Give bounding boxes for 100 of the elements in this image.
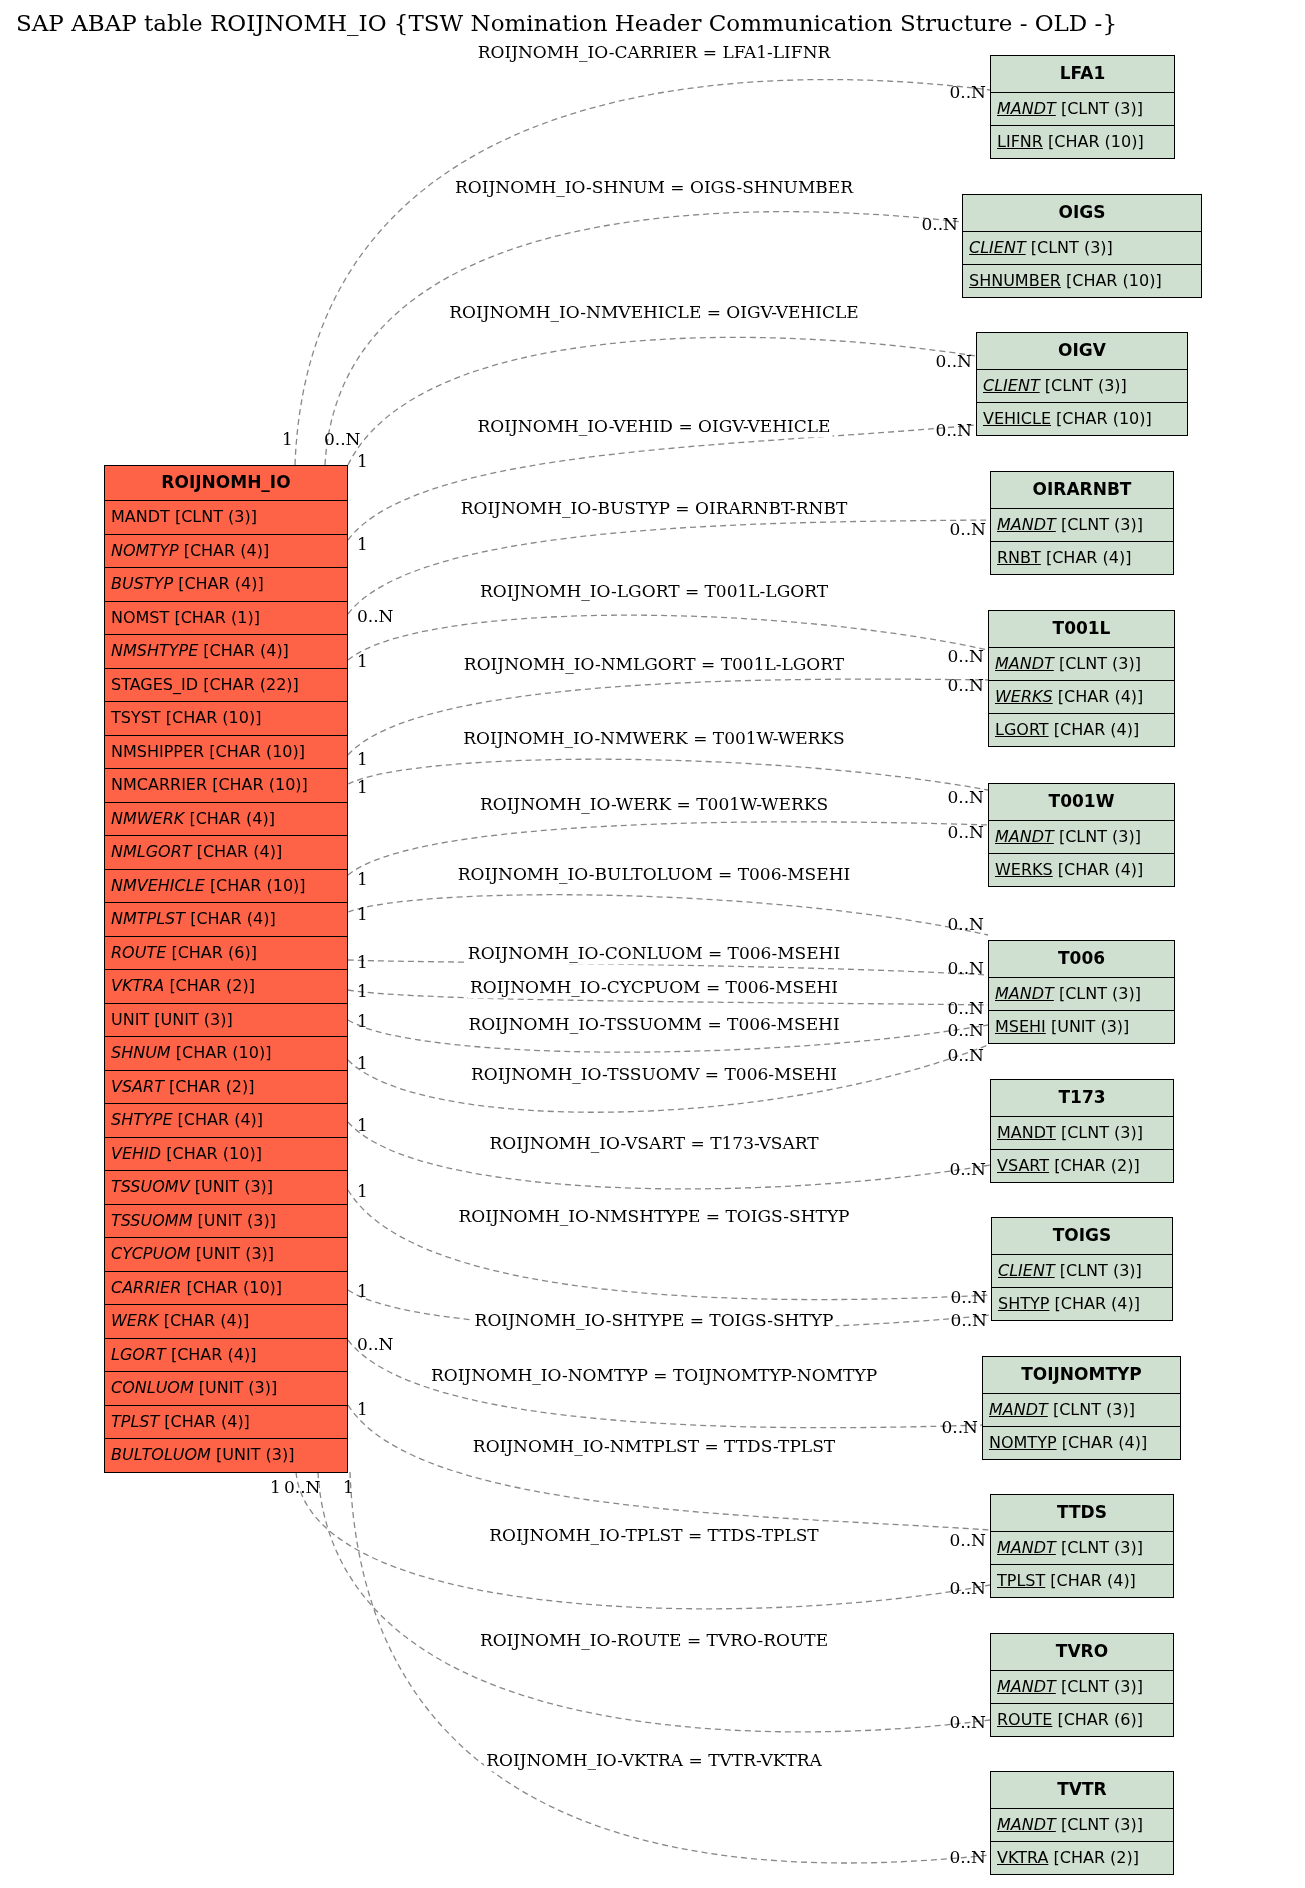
- cardinality-label: 1: [357, 904, 368, 926]
- table-field: CLIENT [CLNT (3)]: [992, 1254, 1172, 1287]
- cardinality-label: 0..N: [949, 1159, 986, 1181]
- cardinality-label: 0..N: [324, 429, 361, 451]
- table-field: CLIENT [CLNT (3)]: [977, 369, 1187, 402]
- table-field: VSART [CHAR (2)]: [105, 1069, 347, 1103]
- table-field: TSSUOMV [UNIT (3)]: [105, 1170, 347, 1204]
- table-name: TVRO: [1054, 1640, 1110, 1664]
- table-field: NOMTYP [CHAR (4)]: [983, 1426, 1180, 1459]
- table-field: VKTRA [CHAR (2)]: [105, 969, 347, 1003]
- cardinality-label: 0..N: [935, 420, 972, 442]
- table-field: VEHID [CHAR (10)]: [105, 1136, 347, 1170]
- table-name: TOIJNOMTYP: [1020, 1363, 1143, 1387]
- cardinality-label: 0..N: [935, 351, 972, 373]
- page-title: SAP ABAP table ROIJNOMH_IO {TSW Nomination Header Communication Structure - OLD -}: [16, 9, 1117, 38]
- table-name: T006: [1056, 947, 1107, 971]
- table-field: WERKS [CHAR (4)]: [989, 680, 1174, 713]
- cardinality-label: 0..N: [947, 787, 984, 809]
- table-field: NOMST [CHAR (1)]: [105, 600, 347, 634]
- cardinality-label: 1: [357, 451, 368, 473]
- table-field: NMVEHICLE [CHAR (10)]: [105, 868, 347, 902]
- cardinality-label: 1: [357, 651, 368, 673]
- table-field: MANDT [CLNT (3)]: [991, 508, 1173, 541]
- cardinality-label: 0..N: [949, 1578, 986, 1600]
- table-field: MANDT [CLNT (3)]: [991, 1116, 1173, 1149]
- table-field: MANDT [CLNT (3)]: [991, 1808, 1173, 1841]
- cardinality-label: 0..N: [947, 958, 984, 980]
- table-field: BULTOLUOM [UNIT (3)]: [105, 1438, 347, 1472]
- table-field: CLIENT [CLNT (3)]: [963, 231, 1201, 264]
- table-field: LIFNR [CHAR (10)]: [991, 125, 1174, 158]
- cardinality-label: 0..N: [921, 214, 958, 236]
- table-name: T001L: [1051, 617, 1112, 641]
- table-name: TTDS: [1056, 1501, 1108, 1525]
- table-field: NMSHIPPER [CHAR (10)]: [105, 734, 347, 768]
- cardinality-label: 1: [357, 1399, 368, 1421]
- table-field: MANDT [CLNT (3)]: [983, 1393, 1180, 1426]
- table-field: ROUTE [CHAR (6)]: [105, 935, 347, 969]
- table-field: MANDT [CLNT (3)]: [989, 977, 1174, 1010]
- table-field: NMTPLST [CHAR (4)]: [105, 902, 347, 936]
- table-field: NMWERK [CHAR (4)]: [105, 801, 347, 835]
- table-field: MANDT [CLNT (3)]: [989, 647, 1174, 680]
- cardinality-label: 1: [343, 1477, 354, 1499]
- cardinality-label: 0..N: [949, 519, 986, 541]
- relation-label: ROIJNOMH_IO-NMLGORT = T001L-LGORT: [461, 654, 847, 676]
- table-field: NMLGORT [CHAR (4)]: [105, 835, 347, 869]
- table-field: TSYST [CHAR (10)]: [105, 701, 347, 735]
- table-field: ROUTE [CHAR (6)]: [991, 1703, 1173, 1736]
- cardinality-label: 0..N: [950, 1310, 987, 1332]
- table-name: OIGV: [1057, 339, 1107, 363]
- table-field: MANDT [CLNT (3)]: [991, 1670, 1173, 1703]
- cardinality-label: 0..N: [947, 914, 984, 936]
- table-field: STAGES_ID [CHAR (22)]: [105, 667, 347, 701]
- cardinality-label: 1: [282, 429, 293, 451]
- table-field: UNIT [UNIT (3)]: [105, 1002, 347, 1036]
- table-field: MANDT [CLNT (3)]: [991, 1531, 1173, 1564]
- cardinality-label: 1: [357, 749, 368, 771]
- cardinality-label: 0..N: [947, 1020, 984, 1042]
- cardinality-label: 0..N: [947, 998, 984, 1020]
- cardinality-label: 1: [357, 777, 368, 799]
- relation-label: ROIJNOMH_IO-CARRIER = LFA1-LIFNR: [475, 42, 833, 64]
- table-field: CYCPUOM [UNIT (3)]: [105, 1237, 347, 1271]
- table-name: T001W: [1047, 790, 1116, 814]
- cardinality-label: 1: [357, 1011, 368, 1033]
- cardinality-label: 1: [357, 534, 368, 556]
- table-field: NMSHTYPE [CHAR (4)]: [105, 634, 347, 668]
- table-field: WERK [CHAR (4)]: [105, 1304, 347, 1338]
- table-field: RNBT [CHAR (4)]: [991, 541, 1173, 574]
- table-field: TPLST [CHAR (4)]: [105, 1404, 347, 1438]
- relation-label: ROIJNOMH_IO-VSART = T173-VSART: [487, 1133, 821, 1155]
- table-name: TOIGS: [1051, 1224, 1113, 1248]
- cardinality-label: 1: [357, 1181, 368, 1203]
- cardinality-label: 1: [357, 1053, 368, 1075]
- table-field: NOMTYP [CHAR (4)]: [105, 533, 347, 567]
- table-name: LFA1: [1058, 62, 1107, 86]
- cardinality-label: 1: [270, 1477, 281, 1499]
- table-field: NMCARRIER [CHAR (10)]: [105, 768, 347, 802]
- table-field: SHNUM [CHAR (10)]: [105, 1036, 347, 1070]
- table-field: CONLUOM [UNIT (3)]: [105, 1371, 347, 1405]
- table-field: WERKS [CHAR (4)]: [989, 853, 1174, 886]
- table-name: OIGS: [1057, 201, 1107, 225]
- table-field: VEHICLE [CHAR (10)]: [977, 402, 1187, 435]
- cardinality-label: 1: [357, 952, 368, 974]
- cardinality-label: 0..N: [947, 675, 984, 697]
- cardinality-label: 0..N: [357, 1334, 394, 1356]
- table-field: CARRIER [CHAR (10)]: [105, 1270, 347, 1304]
- relation-label: ROIJNOMH_IO-LGORT = T001L-LGORT: [478, 581, 830, 603]
- cardinality-label: 0..N: [949, 1530, 986, 1552]
- cardinality-label: 0..N: [949, 82, 986, 104]
- cardinality-label: 0..N: [284, 1477, 321, 1499]
- table-field: MSEHI [UNIT (3)]: [989, 1010, 1174, 1043]
- table-field: VSART [CHAR (2)]: [991, 1149, 1173, 1182]
- table-field: MANDT [CLNT (3)]: [991, 92, 1174, 125]
- cardinality-label: 1: [357, 1281, 368, 1303]
- table-field: TPLST [CHAR (4)]: [991, 1564, 1173, 1597]
- table-field: LGORT [CHAR (4)]: [105, 1337, 347, 1371]
- table-name: ROIJNOMH_IO: [160, 471, 292, 495]
- cardinality-label: 0..N: [950, 1287, 987, 1309]
- relation-label: ROIJNOMH_IO-NMWERK = T001W-WERKS: [461, 728, 847, 750]
- cardinality-label: 0..N: [941, 1417, 978, 1439]
- table-field: MANDT [CLNT (3)]: [989, 820, 1174, 853]
